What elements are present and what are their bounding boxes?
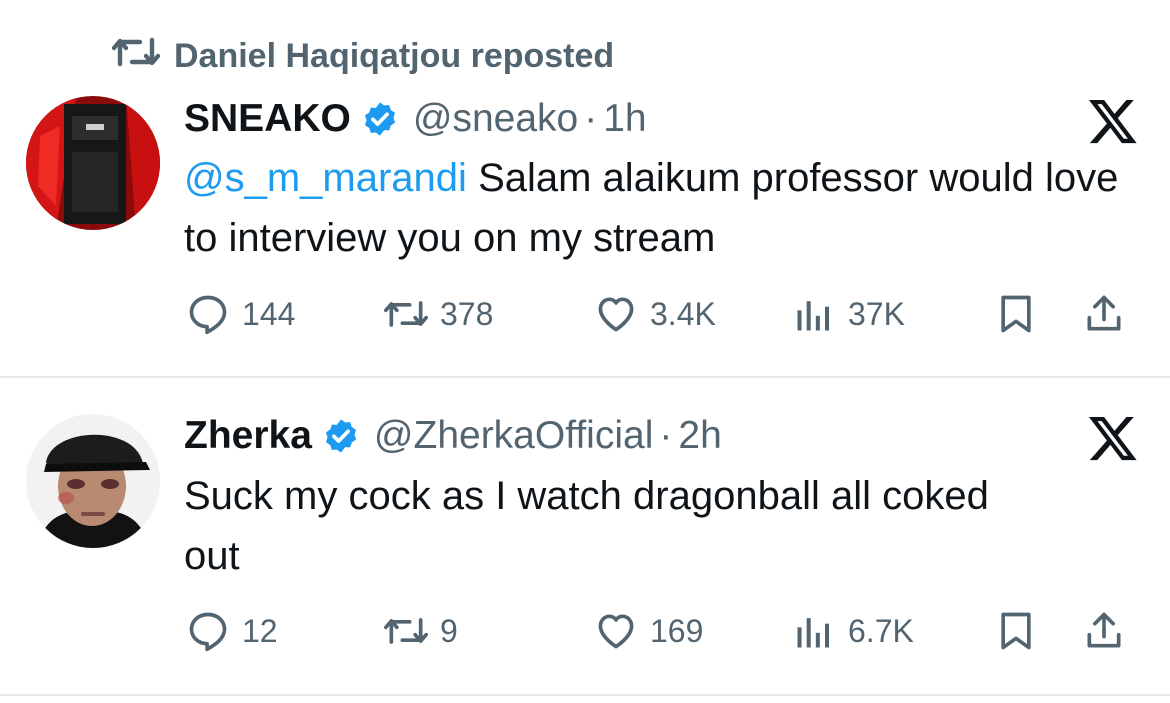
views-button[interactable]: 37K xyxy=(792,290,905,338)
like-button[interactable]: 3.4K xyxy=(594,290,716,338)
avatar[interactable] xyxy=(26,414,160,548)
handle[interactable]: @ZherkaOfficial xyxy=(374,414,653,458)
share-icon xyxy=(1087,612,1121,648)
reply-icon xyxy=(189,612,227,652)
reply-icon xyxy=(189,295,227,335)
reply-count: 12 xyxy=(242,612,278,649)
separator-dot: · xyxy=(659,414,673,457)
bookmark-icon xyxy=(1001,295,1031,333)
handle[interactable]: @sneako xyxy=(413,97,578,141)
x-logo-icon[interactable] xyxy=(1086,95,1140,147)
view-count: 6.7K xyxy=(848,612,914,649)
verified-badge-icon xyxy=(364,102,395,136)
tweet-body-line: out xyxy=(184,534,240,578)
tweet-body-line: Suck my cock as I watch dragonball all c… xyxy=(184,474,989,518)
reply-count: 144 xyxy=(242,295,296,332)
tweet-text: @s_m_marandi Salam alaikum professor wou… xyxy=(184,148,1144,268)
views-icon xyxy=(797,301,830,331)
divider xyxy=(0,376,1170,378)
mention-link[interactable]: @s_m_marandi xyxy=(184,156,467,200)
views-button[interactable]: 6.7K xyxy=(792,607,914,655)
avatar[interactable] xyxy=(26,96,160,230)
timestamp[interactable]: 2h xyxy=(678,414,721,458)
tweet-text: Suck my cock as I watch dragonball all c… xyxy=(184,466,1144,586)
separator-dot: · xyxy=(584,97,598,140)
tweet-header: Zherka @ZherkaOfficial · 2h xyxy=(184,412,722,460)
view-count: 37K xyxy=(848,295,905,332)
reply-button[interactable]: 144 xyxy=(186,290,295,338)
repost-icon xyxy=(384,618,428,644)
display-name[interactable]: Zherka xyxy=(184,414,312,458)
heart-icon xyxy=(598,297,634,332)
reply-button[interactable]: 12 xyxy=(186,607,278,655)
share-button[interactable] xyxy=(1082,290,1126,338)
divider xyxy=(0,694,1170,696)
views-icon xyxy=(797,618,830,648)
verified-badge-icon xyxy=(325,419,356,453)
action-bar: 12 9 169 6.7K xyxy=(184,607,1144,655)
repost-count: 9 xyxy=(440,612,458,649)
x-logo-icon[interactable] xyxy=(1086,412,1140,464)
bookmark-button[interactable] xyxy=(994,607,1038,655)
tweet-header: SNEAKO @sneako · 1h xyxy=(184,95,647,143)
repost-count: 378 xyxy=(440,295,494,332)
like-count: 3.4K xyxy=(650,295,716,332)
timestamp[interactable]: 1h xyxy=(603,97,646,141)
repost-button[interactable]: 9 xyxy=(384,607,458,655)
repost-button[interactable]: 378 xyxy=(384,290,493,338)
display-name[interactable]: SNEAKO xyxy=(184,97,351,141)
repost-banner-text[interactable]: Daniel Haqiqatjou reposted xyxy=(174,37,614,76)
like-count: 169 xyxy=(650,612,704,649)
repost-icon xyxy=(384,301,428,327)
bookmark-button[interactable] xyxy=(994,290,1038,338)
repost-banner[interactable]: Daniel Haqiqatjou reposted xyxy=(111,32,614,81)
repost-icon xyxy=(111,32,161,81)
like-button[interactable]: 169 xyxy=(594,607,703,655)
action-bar: 144 378 3.4K 37K xyxy=(184,290,1144,338)
heart-icon xyxy=(598,614,634,649)
bookmark-icon xyxy=(1001,612,1031,650)
share-button[interactable] xyxy=(1082,607,1126,655)
share-icon xyxy=(1087,295,1121,331)
